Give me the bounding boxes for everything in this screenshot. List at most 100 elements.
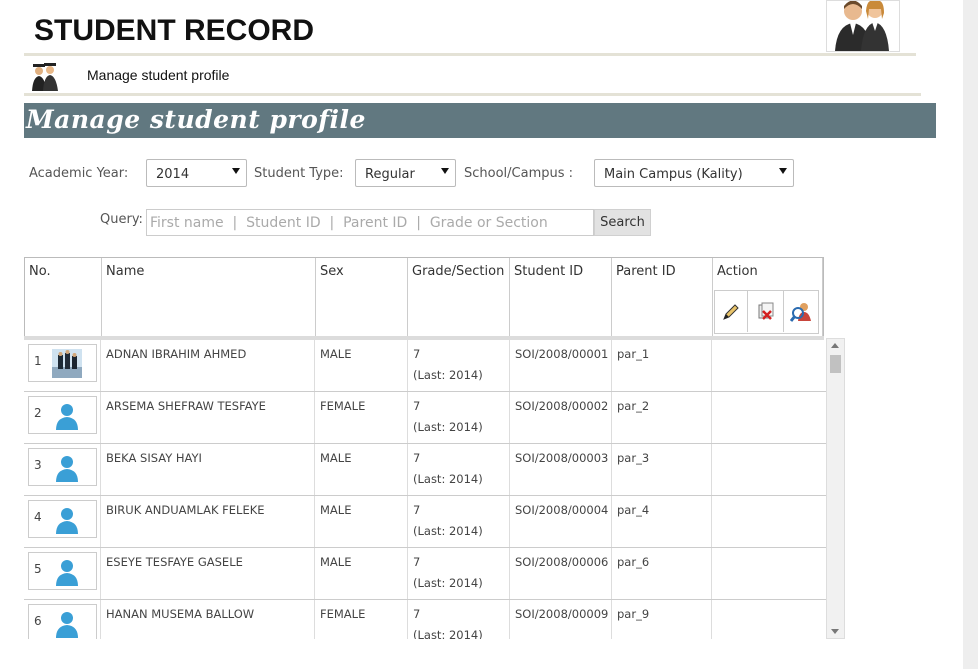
header-grade[interactable]: Grade/Section [408,258,510,337]
student-grade: 7 [413,607,421,621]
header-name[interactable]: Name [102,258,316,337]
scroll-up-arrow-icon[interactable] [831,343,839,348]
action-cell [712,600,826,639]
academic-year-value: 2014 [156,167,190,182]
grade-cell: 7 (Last: 2014) [408,392,510,443]
grade-cell: 7 (Last: 2014) [408,340,510,391]
last-year: (Last: 2014) [413,420,483,434]
table-header: No. Name Sex Grade/Section Student ID Pa… [24,257,824,338]
student-id: SOI/2008/00003 [510,444,612,495]
default-user-icon [56,404,78,430]
student-id: SOI/2008/00006 [510,548,612,599]
header-parent-id[interactable]: Parent ID [612,258,713,337]
student-type-select[interactable]: Regular [355,159,456,187]
student-table-body[interactable]: 1 ADNAN IBRAHIM AHMED MALE 7 (Last: 2014… [24,340,826,639]
action-cell [712,392,826,443]
last-year: (Last: 2014) [413,368,483,382]
table-row[interactable]: 2 ARSEMA SHEFRAW TESFAYE FEMALE 7 (Last:… [24,392,826,444]
number-photo-box: 2 [28,396,97,434]
parent-id: par_9 [612,600,712,639]
default-user-icon [56,456,78,482]
student-name: BIRUK ANDUAMLAK FELEKE [101,496,315,547]
scroll-down-arrow-icon[interactable] [831,629,839,634]
bulk-view-button[interactable] [784,291,818,332]
student-grade: 7 [413,503,421,517]
window-gutter [963,0,978,669]
table-row[interactable]: 5 ESEYE TESFAYE GASELE MALE 7 (Last: 201… [24,548,826,600]
student-sex: MALE [315,444,408,495]
header-sex[interactable]: Sex [316,258,408,337]
bulk-edit-button[interactable] [715,291,748,332]
chevron-down-icon [441,168,449,174]
student-id: SOI/2008/00004 [510,496,612,547]
scroll-thumb[interactable] [830,355,841,373]
student-photo[interactable] [52,505,82,534]
student-sex: MALE [315,548,408,599]
number-photo-box: 3 [28,448,97,486]
number-photo-box: 5 [28,552,97,590]
parent-id: par_6 [612,548,712,599]
last-year: (Last: 2014) [413,628,483,639]
section-banner: Manage student profile [24,103,936,138]
student-sex: FEMALE [315,600,408,639]
no-cell: 3 [24,444,101,495]
student-grade: 7 [413,399,421,413]
student-grade: 7 [413,451,421,465]
table-row[interactable]: 6 HANAN MUSEMA BALLOW FEMALE 7 (Last: 20… [24,600,826,639]
action-cell [712,444,826,495]
academic-year-select[interactable]: 2014 [146,159,247,187]
student-sex: MALE [315,340,408,391]
bulk-delete-button[interactable] [748,291,784,332]
student-type-value: Regular [365,167,415,182]
default-user-icon [56,508,78,534]
row-number: 1 [34,354,42,368]
graduates-icon [30,61,60,91]
app-title: STUDENT RECORD [34,14,315,47]
breadcrumb: Manage student profile [24,58,921,94]
student-photo[interactable] [52,349,82,378]
search-button[interactable]: Search [594,209,651,236]
student-sex: FEMALE [315,392,408,443]
query-input[interactable] [146,209,594,236]
student-name: HANAN MUSEMA BALLOW [101,600,315,639]
number-photo-box: 4 [28,500,97,538]
student-sex: MALE [315,496,408,547]
table-row[interactable]: 3 BEKA SISAY HAYI MALE 7 (Last: 2014) SO… [24,444,826,496]
section-title: Manage student profile [26,105,366,134]
student-photo[interactable] [52,401,82,430]
no-cell: 4 [24,496,101,547]
student-type-label: Student Type: [254,166,344,181]
student-name: ADNAN IBRAHIM AHMED [101,340,315,391]
action-cell [712,340,826,391]
table-row[interactable]: 1 ADNAN IBRAHIM AHMED MALE 7 (Last: 2014… [24,340,826,392]
campus-value: Main Campus (Kality) [604,167,743,182]
grade-cell: 7 (Last: 2014) [408,496,510,547]
parent-id: par_4 [612,496,712,547]
action-cell [712,496,826,547]
header-action-icons [714,290,819,334]
student-name: BEKA SISAY HAYI [101,444,315,495]
student-id: SOI/2008/00001 [510,340,612,391]
last-year: (Last: 2014) [413,576,483,590]
header-student-id[interactable]: Student ID [510,258,612,337]
header-no[interactable]: No. [25,258,102,337]
grade-cell: 7 (Last: 2014) [408,548,510,599]
subbar-divider [24,93,921,96]
breadcrumb-label[interactable]: Manage student profile [87,67,229,83]
student-photo[interactable] [52,609,82,638]
table-scrollbar[interactable] [826,338,845,639]
parent-id: par_3 [612,444,712,495]
student-id: SOI/2008/00009 [510,600,612,639]
chevron-down-icon [779,168,787,174]
query-label: Query: [100,212,143,227]
parent-id: par_2 [612,392,712,443]
last-year: (Last: 2014) [413,524,483,538]
student-name: ARSEMA SHEFRAW TESFAYE [101,392,315,443]
student-photo[interactable] [52,453,82,482]
campus-select[interactable]: Main Campus (Kality) [594,159,794,187]
table-row[interactable]: 4 BIRUK ANDUAMLAK FELEKE MALE 7 (Last: 2… [24,496,826,548]
action-cell [712,548,826,599]
student-photo[interactable] [52,557,82,586]
delete-record-icon [758,302,773,320]
student-grade: 7 [413,347,421,361]
